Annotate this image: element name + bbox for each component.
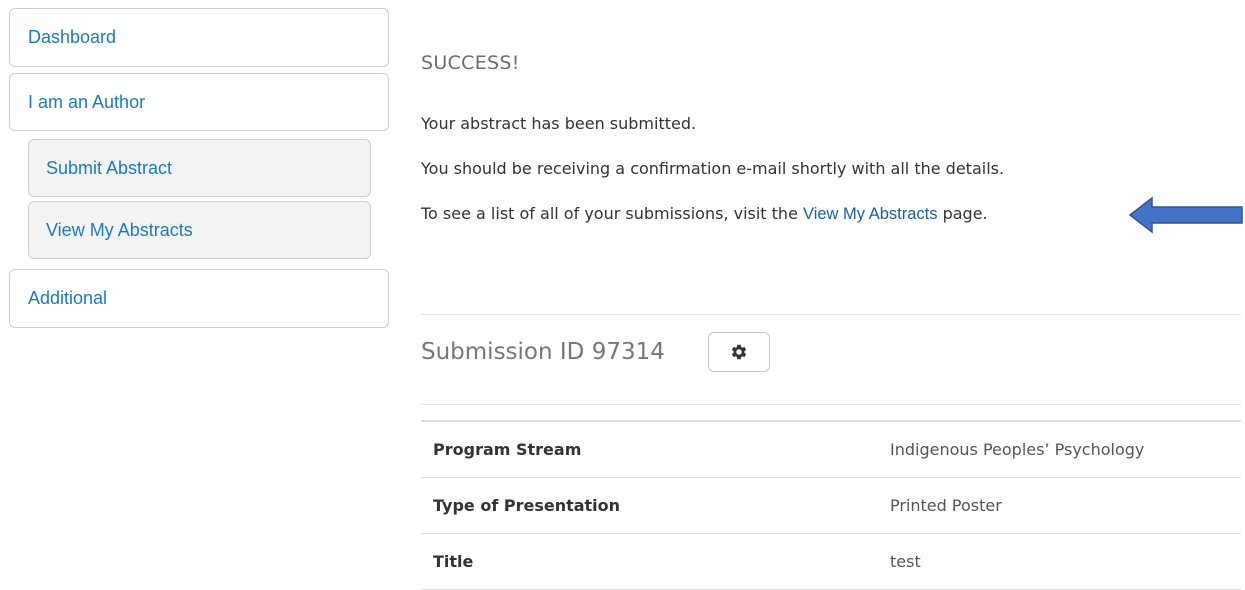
table-row: Title test (421, 533, 1241, 590)
section-divider (421, 404, 1241, 405)
submissions-message: To see a list of all of your submissions… (421, 204, 988, 224)
submissions-message-prefix: To see a list of all of your submissions… (421, 204, 803, 223)
sidebar-item-label: View My Abstracts (46, 219, 193, 240)
author-subnav: Submit Abstract View My Abstracts (28, 139, 371, 259)
presentation-type-label: Type of Presentation (421, 477, 878, 534)
program-stream-label: Program Stream (421, 421, 878, 478)
sidebar-item-view-my-abstracts[interactable]: View My Abstracts (28, 201, 371, 259)
success-heading: SUCCESS! (421, 52, 520, 74)
section-divider (421, 314, 1241, 315)
confirmation-message: You should be receiving a confirmation e… (421, 159, 1005, 178)
sidebar-nav: Dashboard I am an Author Submit Abstract… (9, 8, 389, 328)
gear-icon (731, 344, 747, 360)
submission-details-table: Program Stream Indigenous Peoples’ Psych… (421, 420, 1241, 590)
sidebar-item-author[interactable]: I am an Author (9, 73, 389, 131)
sidebar-item-label: Dashboard (28, 27, 117, 47)
view-my-abstracts-link[interactable]: View My Abstracts (803, 205, 938, 223)
sidebar-item-additional[interactable]: Additional (9, 269, 389, 328)
table-row: Program Stream Indigenous Peoples’ Psych… (421, 421, 1241, 478)
sidebar-item-dashboard[interactable]: Dashboard (9, 8, 389, 67)
submitted-message: Your abstract has been submitted. (421, 114, 697, 133)
table-row: Type of Presentation Printed Poster (421, 477, 1241, 534)
sidebar-item-label: Additional (28, 288, 108, 308)
submissions-message-suffix: page. (937, 204, 988, 223)
settings-button[interactable] (708, 332, 770, 372)
presentation-type-value: Printed Poster (878, 477, 1241, 534)
title-value: test (878, 533, 1241, 590)
title-label: Title (421, 533, 878, 590)
sidebar-item-submit-abstract[interactable]: Submit Abstract (28, 139, 371, 197)
program-stream-value: Indigenous Peoples’ Psychology (878, 421, 1241, 478)
sidebar-item-label: Submit Abstract (46, 157, 173, 178)
annotation-arrow-icon (1128, 196, 1243, 234)
submission-id-title: Submission ID 97314 (421, 339, 665, 365)
sidebar-item-label: I am an Author (28, 91, 146, 112)
